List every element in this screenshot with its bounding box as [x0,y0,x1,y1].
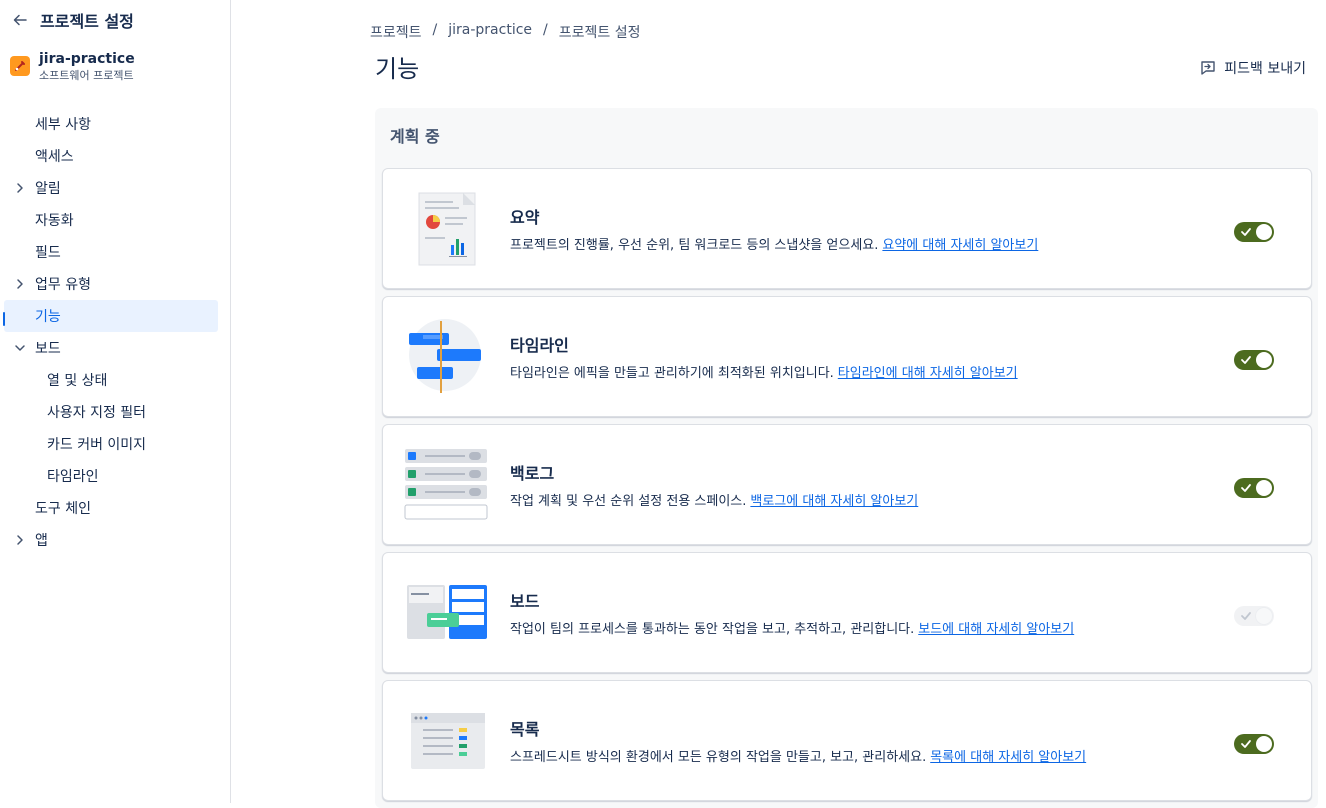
list-illustration-icon [403,699,493,783]
feature-title: 요약 [510,208,540,227]
feature-toggle[interactable] [1234,350,1274,370]
toggle-knob [1256,224,1272,240]
nav-item-apps[interactable]: 앱 [0,524,230,556]
nav-item-timeline[interactable]: 타임라인 [0,460,230,492]
nav-label: 액세스 [35,149,74,165]
feature-description: 작업 계획 및 우선 순위 설정 전용 스페이스. 백로그에 대해 자세히 알아보… [510,490,918,509]
sidebar-title: 프로젝트 설정 [40,12,134,31]
feature-desc-text: 작업 계획 및 우선 순위 설정 전용 스페이스. [510,494,747,509]
chevron-down-icon[interactable] [12,340,28,356]
feature-card-timeline: 타임라인 타임라인은 에픽을 만들고 관리하기에 최적화된 위치입니다. 타임라인… [382,296,1312,417]
check-icon [1241,740,1251,748]
feature-card-board: 보드 작업이 팀의 프로세스를 통과하는 동안 작업을 보고, 추적하고, 관리… [382,552,1312,673]
nav-item-fields[interactable]: 필드 [0,236,230,268]
active-indicator [3,312,5,326]
check-icon [1241,356,1251,364]
nav-item-custom-filters[interactable]: 사용자 지정 필터 [0,396,230,428]
feedback-label: 피드백 보내기 [1224,61,1306,77]
nav-label: 알림 [35,181,61,197]
feature-description: 스프레드시트 방식의 환경에서 모든 유형의 작업을 만들고, 보고, 관리하세… [510,746,1086,765]
project-logo-icon [10,56,30,76]
section-title: 계획 중 [390,127,440,146]
breadcrumb-project[interactable]: jira-practice [448,22,532,42]
toggle-knob [1256,736,1272,752]
breadcrumb: 프로젝트 / jira-practice / 프로젝트 설정 [370,22,640,42]
nav-label: 자동화 [35,213,74,229]
learn-more-link[interactable]: 보드에 대해 자세히 알아보기 [918,622,1074,637]
feature-title: 목록 [510,720,540,739]
nav-item-board[interactable]: 보드 [0,332,230,364]
nav-label: 보드 [35,341,61,357]
backlog-illustration-icon [403,443,493,527]
nav-item-access[interactable]: 액세스 [0,140,230,172]
back-arrow-icon[interactable] [10,10,30,30]
feature-card-backlog: 백로그 작업 계획 및 우선 순위 설정 전용 스페이스. 백로그에 대해 자세히… [382,424,1312,545]
learn-more-link[interactable]: 백로그에 대해 자세히 알아보기 [750,494,918,509]
planning-section: 계획 중 요약 프로젝트의 진행률, 우선 순위, 팀 워크로드 등의 스냅샷을… [375,108,1318,808]
nav-label: 앱 [35,533,48,549]
feature-desc-text: 타임라인은 에픽을 만들고 관리하기에 최적화된 위치입니다. [510,366,834,381]
feature-desc-text: 스프레드시트 방식의 환경에서 모든 유형의 작업을 만들고, 보고, 관리하세… [510,750,927,765]
toggle-knob [1256,608,1272,624]
back-row: 프로젝트 설정 [10,8,134,32]
feature-description: 타임라인은 에픽을 만들고 관리하기에 최적화된 위치입니다. 타임라인에 대해 … [510,362,1018,381]
chevron-right-icon[interactable] [12,276,28,292]
chevron-right-icon[interactable] [12,532,28,548]
feature-desc-text: 작업이 팀의 프로세스를 통과하는 동안 작업을 보고, 추적하고, 관리합니다… [510,622,915,637]
nav-label: 업무 유형 [35,277,91,293]
timeline-illustration-icon [403,315,493,399]
toggle-knob [1256,480,1272,496]
feature-description: 프로젝트의 진행률, 우선 순위, 팀 워크로드 등의 스냅샷을 얻으세요. 요약… [510,234,1038,253]
page-title: 기능 [375,55,420,83]
breadcrumb-separator: / [432,22,438,38]
nav-item-columns-statuses[interactable]: 열 및 상태 [0,364,230,396]
feature-title: 보드 [510,592,540,611]
feedback-icon [1200,60,1216,76]
feature-title: 백로그 [510,464,555,483]
nav-label: 기능 [35,309,61,325]
board-illustration-icon [403,571,493,655]
project-name: jira-practice [39,51,135,67]
feedback-button[interactable]: 피드백 보내기 [1200,58,1306,78]
check-icon [1241,484,1251,492]
feature-toggle[interactable] [1234,734,1274,754]
nav-label: 카드 커버 이미지 [47,437,147,453]
nav-item-details[interactable]: 세부 사항 [0,108,230,140]
nav-item-automation[interactable]: 자동화 [0,204,230,236]
nav-label: 도구 체인 [35,501,91,517]
feature-toggle[interactable] [1234,606,1274,626]
learn-more-link[interactable]: 요약에 대해 자세히 알아보기 [882,238,1038,253]
learn-more-link[interactable]: 목록에 대해 자세히 알아보기 [930,750,1086,765]
breadcrumb-settings[interactable]: 프로젝트 설정 [559,22,641,42]
nav-label: 사용자 지정 필터 [47,405,147,421]
learn-more-link[interactable]: 타임라인에 대해 자세히 알아보기 [838,366,1018,381]
feature-title: 타임라인 [510,336,569,355]
project-header[interactable]: jira-practice 소프트웨어 프로젝트 [10,50,135,83]
breadcrumb-separator: / [543,22,548,38]
settings-nav: 세부 사항 액세스 알림 자동화 필드 업무 유형 기능 보드 열 및 상태 사… [0,108,230,556]
feature-card-list: 목록 스프레드시트 방식의 환경에서 모든 유형의 작업을 만들고, 보고, 관… [382,680,1312,801]
breadcrumb-projects[interactable]: 프로젝트 [370,22,422,42]
feature-card-summary: 요약 프로젝트의 진행률, 우선 순위, 팀 워크로드 등의 스냅샷을 얻으세요… [382,168,1312,289]
nav-item-card-cover-images[interactable]: 카드 커버 이미지 [0,428,230,460]
nav-item-notifications[interactable]: 알림 [0,172,230,204]
chevron-right-icon[interactable] [12,180,28,196]
nav-item-toolchain[interactable]: 도구 체인 [0,492,230,524]
feature-description: 작업이 팀의 프로세스를 통과하는 동안 작업을 보고, 추적하고, 관리합니다… [510,618,1074,637]
summary-illustration-icon [403,187,493,271]
nav-label: 타임라인 [47,469,99,485]
nav-item-work-types[interactable]: 업무 유형 [0,268,230,300]
project-type: 소프트웨어 프로젝트 [39,69,134,82]
check-icon [1241,228,1251,236]
nav-item-features[interactable]: 기능 [4,300,218,332]
nav-label: 열 및 상태 [47,373,108,389]
check-icon [1241,612,1251,620]
nav-label: 필드 [35,245,61,261]
sidebar: 프로젝트 설정 jira-practice 소프트웨어 프로젝트 세부 사항 액… [0,0,231,803]
feature-toggle[interactable] [1234,478,1274,498]
nav-label: 세부 사항 [35,117,91,133]
toggle-knob [1256,352,1272,368]
feature-desc-text: 프로젝트의 진행률, 우선 순위, 팀 워크로드 등의 스냅샷을 얻으세요. [510,238,879,253]
feature-toggle[interactable] [1234,222,1274,242]
